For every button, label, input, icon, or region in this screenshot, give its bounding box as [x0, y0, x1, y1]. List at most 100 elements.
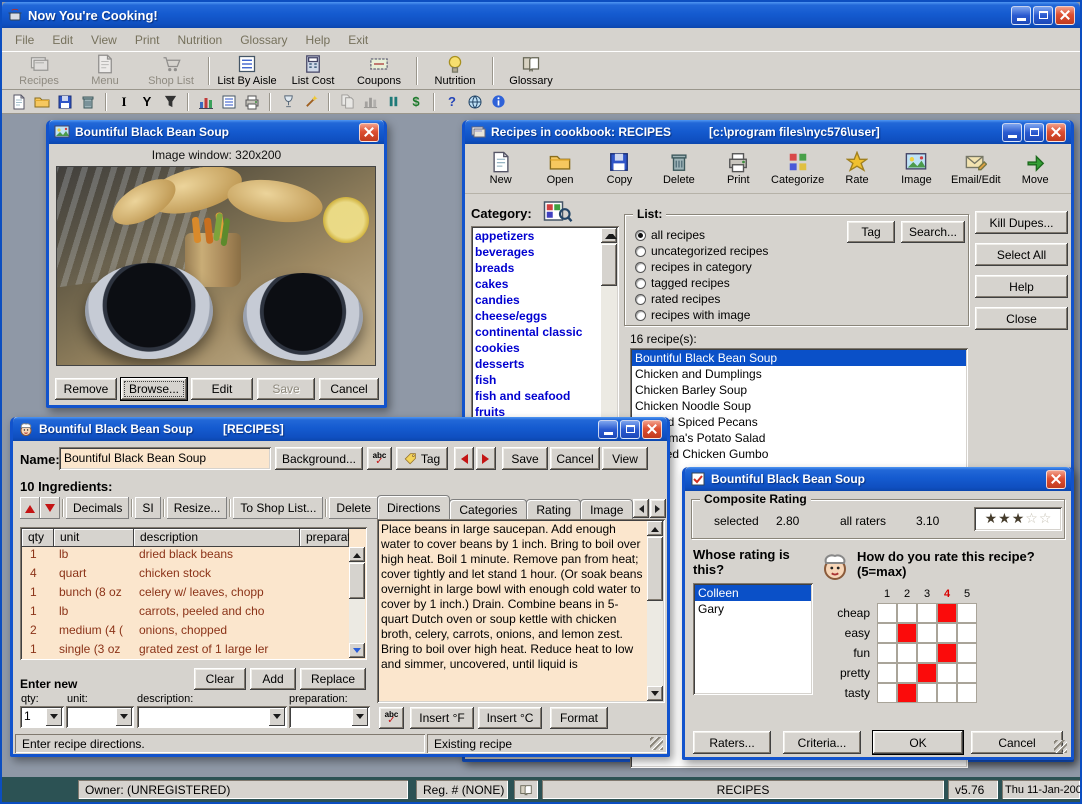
- category-item[interactable]: candies: [471, 292, 601, 308]
- rating-cell[interactable]: [917, 643, 937, 663]
- tab-directions[interactable]: Directions: [377, 495, 450, 519]
- cancel-image-button[interactable]: Cancel: [319, 378, 379, 400]
- delete-recipe-button[interactable]: Delete: [650, 151, 708, 186]
- menu-item-help[interactable]: Help: [297, 33, 340, 47]
- menu-toolbar-button[interactable]: Menu: [72, 53, 138, 88]
- main-titlebar[interactable]: Now You're Cooking!: [2, 2, 1080, 28]
- close-button[interactable]: [1046, 123, 1066, 142]
- select-all-button[interactable]: Select All: [975, 243, 1068, 266]
- help-icon[interactable]: ?: [442, 92, 462, 112]
- recipe-list-item[interactable]: Grandma's Potato Salad: [632, 430, 966, 446]
- categorize-button[interactable]: Categorize: [769, 151, 827, 186]
- rating-cell[interactable]: [877, 683, 897, 703]
- si-button[interactable]: SI: [135, 497, 160, 519]
- column-header-qty[interactable]: qty: [22, 529, 54, 547]
- tag-recipe-button[interactable]: Tag: [396, 447, 448, 470]
- radio-tagged[interactable]: tagged recipes: [635, 276, 730, 290]
- image-button[interactable]: Image: [887, 151, 945, 186]
- column-header-preparation[interactable]: preparation: [300, 529, 349, 547]
- email-edit-button[interactable]: Email/Edit: [947, 151, 1005, 186]
- ingredients-scrollbar[interactable]: [349, 547, 365, 658]
- rate-button[interactable]: Rate: [828, 151, 886, 186]
- tab-rating[interactable]: Rating: [526, 499, 581, 519]
- rating-cell[interactable]: [957, 663, 977, 683]
- ibeam-tool-icon[interactable]: I: [114, 92, 134, 112]
- rating-cell[interactable]: [897, 643, 917, 663]
- scrollbar-up-button[interactable]: [647, 521, 663, 536]
- category-item[interactable]: breads: [471, 260, 601, 276]
- to-shop-list-button[interactable]: To Shop List...: [233, 497, 323, 519]
- maximize-button[interactable]: [620, 420, 640, 439]
- info-icon[interactable]: [488, 92, 508, 112]
- tab-image[interactable]: Image: [580, 499, 633, 519]
- description-combo[interactable]: [137, 706, 287, 728]
- rating-cell[interactable]: [917, 683, 937, 703]
- radio-uncategorized[interactable]: uncategorized recipes: [635, 244, 768, 258]
- rating-cell[interactable]: [917, 663, 937, 683]
- radio-with-image[interactable]: recipes with image: [635, 308, 750, 322]
- raters-listbox[interactable]: Colleen Gary: [693, 583, 813, 695]
- category-item[interactable]: appetizers: [471, 228, 601, 244]
- menu-item-view[interactable]: View: [82, 33, 126, 47]
- delete-icon[interactable]: [78, 92, 98, 112]
- scrollbar-down-button[interactable]: [647, 686, 663, 701]
- rating-cell[interactable]: [917, 603, 937, 623]
- menu-item-print[interactable]: Print: [126, 33, 169, 47]
- cookbook-titlebar[interactable]: Recipes in cookbook: RECIPES [c:\program…: [465, 120, 1071, 144]
- rating-cell[interactable]: [897, 603, 917, 623]
- minimize-button[interactable]: [1011, 6, 1031, 25]
- dropdown-button[interactable]: [116, 708, 132, 726]
- rating-cell[interactable]: [877, 623, 897, 643]
- restore-button[interactable]: [1033, 6, 1053, 25]
- print-icon[interactable]: [242, 92, 262, 112]
- open-folder-icon[interactable]: [32, 92, 52, 112]
- replace-ingredient-button[interactable]: Replace: [300, 668, 366, 690]
- menu-item-nutrition[interactable]: Nutrition: [169, 33, 232, 47]
- preparation-combo[interactable]: [289, 706, 370, 728]
- minimize-button[interactable]: [598, 420, 618, 439]
- recipe-list-item[interactable]: Smoked Chicken Gumbo: [632, 446, 966, 462]
- copy-recipe-button[interactable]: Copy: [590, 151, 648, 186]
- ok-button[interactable]: OK: [873, 731, 963, 754]
- editor-titlebar[interactable]: Bountiful Black Bean Soup [RECIPES]: [13, 417, 667, 441]
- nutrition-toolbar-button[interactable]: Nutrition: [422, 53, 488, 88]
- table-row[interactable]: 1bunch (8 ozcelery w/ leaves, chopp: [22, 585, 349, 604]
- scrollbar-thumb[interactable]: [349, 563, 365, 599]
- rating-titlebar[interactable]: Bountiful Black Bean Soup: [685, 467, 1071, 491]
- criteria-button[interactable]: Criteria...: [783, 731, 861, 754]
- rating-cell[interactable]: [937, 663, 957, 683]
- tag-button[interactable]: Tag: [847, 221, 895, 243]
- move-button[interactable]: Move: [1006, 151, 1064, 186]
- web-icon[interactable]: [465, 92, 485, 112]
- format-button[interactable]: Format: [550, 707, 608, 729]
- recipe-list-item[interactable]: Chicken Barley Soup: [632, 382, 966, 398]
- view-recipe-button[interactable]: View: [602, 447, 648, 470]
- category-item[interactable]: beverages: [471, 244, 601, 260]
- close-button[interactable]: [1046, 470, 1066, 489]
- table-row[interactable]: 2medium (4 (onions, chopped: [22, 623, 349, 642]
- rating-cell[interactable]: [957, 603, 977, 623]
- resize-grip[interactable]: [1054, 740, 1067, 753]
- close-button[interactable]: [359, 123, 379, 142]
- sort-down-button[interactable]: [40, 497, 60, 519]
- column-header-unit[interactable]: unit: [54, 529, 134, 547]
- unit-combo[interactable]: [66, 706, 134, 728]
- coupons-toolbar-button[interactable]: Coupons: [346, 53, 412, 88]
- table-row[interactable]: 4quartchicken stock: [22, 566, 349, 585]
- glossary-toolbar-button[interactable]: Glossary: [498, 53, 564, 88]
- rating-cell[interactable]: [957, 623, 977, 643]
- recipe-name-input[interactable]: Bountiful Black Bean Soup: [59, 447, 271, 470]
- cancel-rating-button[interactable]: Cancel: [971, 731, 1063, 754]
- report-icon[interactable]: [219, 92, 239, 112]
- table-row[interactable]: 1lbcarrots, peeled and cho: [22, 604, 349, 623]
- rating-cell[interactable]: [957, 683, 977, 703]
- browse-image-button[interactable]: Browse...: [121, 378, 187, 400]
- scrollbar-down-button[interactable]: [349, 643, 365, 658]
- background-button[interactable]: Background...: [275, 447, 363, 470]
- category-item[interactable]: cheese/eggs: [471, 308, 601, 324]
- rater-list-item[interactable]: Colleen: [695, 585, 811, 601]
- help-button[interactable]: Help: [975, 275, 1068, 298]
- category-item[interactable]: fish: [471, 372, 601, 388]
- radio-rated[interactable]: rated recipes: [635, 292, 720, 306]
- menu-item-glossary[interactable]: Glossary: [231, 33, 296, 47]
